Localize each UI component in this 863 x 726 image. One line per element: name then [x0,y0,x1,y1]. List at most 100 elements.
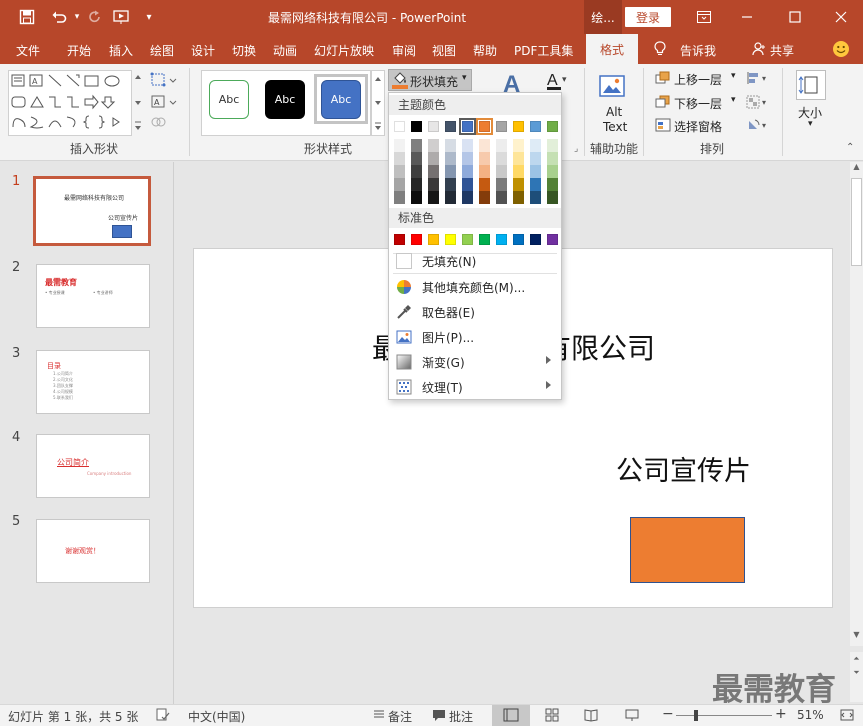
theme-shade-swatch[interactable] [394,152,405,165]
share-button[interactable]: 共享 [770,42,794,59]
theme-shade-swatch[interactable] [462,191,473,204]
tab-design[interactable]: 设计 [191,42,215,59]
close-icon[interactable] [826,0,856,34]
menu-item-more-fill-colors[interactable]: 其他填充颜色(M)... [389,274,561,299]
menu-item-no-fill[interactable]: 无填充(N) [389,248,561,273]
menu-item-gradient[interactable]: 渐变(G) [389,349,561,374]
theme-shade-swatch[interactable] [411,152,422,165]
theme-color-swatch[interactable] [411,121,422,132]
theme-shade-swatch[interactable] [513,178,524,191]
scroll-page-buttons[interactable]: ⏶ ⏷ [850,652,863,702]
theme-shade-swatch[interactable] [394,139,405,152]
tab-home[interactable]: 开始 [67,42,91,59]
slide-subtitle-text[interactable]: 公司宣传片 [616,449,751,488]
bring-forward-button[interactable]: 上移一层 [674,71,722,88]
tab-animations[interactable]: 动画 [273,42,297,59]
theme-shade-swatch[interactable] [479,178,490,191]
reading-view-icon[interactable] [584,708,598,722]
alt-text-button[interactable] [598,72,628,102]
slide-thumbnail-2[interactable]: 最需教育 • 专业授课 • 专业讲师 [36,264,150,328]
smiley-feedback-icon[interactable] [832,40,850,58]
slideshow-icon[interactable] [625,708,639,722]
theme-shade-swatch[interactable] [530,178,541,191]
drawing-tools-context-tab[interactable]: 绘... [584,0,622,34]
theme-color-swatch[interactable] [513,121,524,132]
fit-to-window-icon[interactable] [840,708,854,722]
redo-icon[interactable] [84,0,106,34]
theme-color-swatch[interactable] [394,121,405,132]
slide-count-status[interactable]: 幻灯片 第 1 张，共 5 张 [8,708,138,725]
spell-check-icon[interactable] [156,708,170,722]
theme-shade-swatch[interactable] [445,178,456,191]
tab-file[interactable]: 文件 [16,42,40,59]
dialog-launcher-icon[interactable]: ⌟ [574,144,578,154]
theme-shade-swatch[interactable] [445,165,456,178]
save-icon[interactable] [14,0,40,34]
theme-color-swatch[interactable] [428,121,439,132]
shape-fill-button[interactable]: 形状填充 ▾ [388,69,472,91]
login-button[interactable]: 登录 [625,7,671,27]
tab-format[interactable]: 格式 [586,34,638,65]
tab-draw[interactable]: 绘图 [150,42,174,59]
send-backward-button[interactable]: 下移一层 [674,95,722,112]
theme-shade-swatch[interactable] [479,191,490,204]
menu-item-eyedropper[interactable]: 取色器(E) [389,299,561,324]
next-slide-icon[interactable]: ⏷ [850,666,863,680]
theme-shade-swatch[interactable] [547,191,558,204]
zoom-out-icon[interactable]: − [662,706,674,722]
theme-color-swatch[interactable] [530,121,541,132]
style-sample-black[interactable]: Abc [265,80,305,119]
minimize-icon[interactable] [732,0,762,34]
theme-shade-swatch[interactable] [462,139,473,152]
theme-color-swatch[interactable] [476,118,493,135]
theme-shade-swatch[interactable] [445,139,456,152]
tab-transitions[interactable]: 切换 [232,42,256,59]
standard-color-swatch[interactable] [513,234,524,245]
style-sample-blue[interactable]: Abc [321,80,361,119]
size-icon[interactable] [796,70,826,100]
theme-shade-swatch[interactable] [411,165,422,178]
start-from-beginning-icon[interactable] [110,0,134,34]
undo-dropdown-icon[interactable]: ▾ [72,0,82,34]
theme-shade-swatch[interactable] [445,191,456,204]
zoom-level[interactable]: 51% [797,708,824,722]
theme-shade-swatch[interactable] [513,152,524,165]
slide-thumbnail-1[interactable]: 最需网络科技有限公司 公司宣传片 [33,176,151,246]
text-fill-icon[interactable]: A ▾ [545,70,567,92]
standard-color-swatch[interactable] [462,234,473,245]
standard-color-swatch[interactable] [411,234,422,245]
zoom-slider-track[interactable] [676,715,772,716]
theme-shade-swatch[interactable] [479,139,490,152]
menu-item-picture[interactable]: 图片(P)... [389,324,561,349]
theme-shade-swatch[interactable] [513,165,524,178]
standard-color-swatch[interactable] [547,234,558,245]
theme-shade-swatch[interactable] [462,178,473,191]
send-backward-dropdown-icon[interactable]: ▾ [731,95,736,105]
theme-shade-swatch[interactable] [530,165,541,178]
tab-pdf-tools[interactable]: PDF工具集 [514,42,573,59]
standard-color-swatch[interactable] [530,234,541,245]
selection-pane-button[interactable]: 选择窗格 [674,118,722,135]
theme-color-swatch[interactable] [459,118,476,135]
theme-shade-swatch[interactable] [428,191,439,204]
normal-view-button[interactable] [492,705,530,726]
theme-shade-swatch[interactable] [428,178,439,191]
collapse-ribbon-icon[interactable]: ⌃ [846,142,854,153]
theme-shade-swatch[interactable] [394,165,405,178]
language-status[interactable]: 中文(中国) [188,708,245,725]
theme-color-swatch[interactable] [445,121,456,132]
theme-shade-swatch[interactable] [513,139,524,152]
tab-insert[interactable]: 插入 [109,42,133,59]
theme-shade-swatch[interactable] [496,191,507,204]
theme-color-swatch[interactable] [496,121,507,132]
selected-rectangle-shape[interactable] [630,517,745,583]
theme-shade-swatch[interactable] [547,152,558,165]
bring-forward-dropdown-icon[interactable]: ▾ [731,71,736,81]
group-objects-icon[interactable]: ▾ [746,95,770,109]
theme-shade-swatch[interactable] [547,165,558,178]
standard-color-swatch[interactable] [479,234,490,245]
slide-thumbnail-3[interactable]: 目录 1.公司简介 2.公司文化 3.团队支撑 4.公司规模 5.联系我们 [36,350,150,414]
edit-shape-tools[interactable]: A [150,70,180,136]
customize-toolbar-icon[interactable]: ▾ [142,0,156,34]
tab-view[interactable]: 视图 [432,42,456,59]
